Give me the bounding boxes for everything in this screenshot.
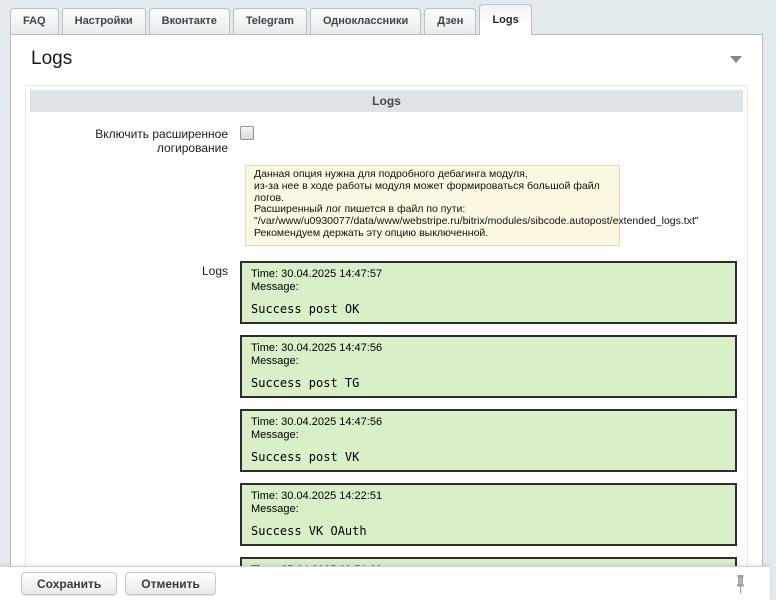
pin-footer-icon[interactable]	[735, 575, 746, 599]
logs-field-label: Logs	[30, 261, 238, 278]
tab-telegram[interactable]: Telegram	[233, 8, 307, 34]
form-content-area: Logs Logs Включить расширенное логирован…	[10, 34, 763, 566]
log-time: Time: 30.04.2025 14:22:51	[251, 490, 726, 504]
save-button[interactable]: Сохранить	[21, 572, 117, 595]
logs-list-row: Logs Time: 30.04.2025 14:47:57 Message: …	[30, 261, 743, 566]
log-time: Time: 30.04.2025 14:47:56	[251, 342, 726, 356]
log-message-text: Success post OK	[251, 303, 726, 316]
note-line: Рекомендуем держать эту опцию выключенно…	[254, 228, 611, 240]
form-section-header: Logs	[30, 90, 743, 112]
log-message-label: Message:	[251, 429, 726, 443]
form-footer: Сохранить Отменить	[0, 566, 770, 600]
logs-list: Time: 30.04.2025 14:47:57 Message: Succe…	[238, 261, 737, 566]
log-entry: Time: 30.04.2025 14:47:57 Message: Succe…	[240, 261, 737, 324]
tab-logs[interactable]: Logs	[479, 4, 531, 35]
log-message-text: Success post VK	[251, 451, 726, 464]
log-time: Time: 30.04.2025 14:47:57	[251, 268, 726, 282]
cancel-button[interactable]: Отменить	[125, 572, 216, 595]
page-title: Logs	[31, 48, 72, 70]
log-message-text: Success VK OAuth	[251, 525, 726, 538]
note-line: из-за нее в ходе работы модуля может фор…	[254, 181, 611, 205]
extended-logging-checkbox[interactable]	[240, 126, 254, 140]
logs-form: Logs Включить расширенное логирование Да…	[25, 85, 748, 566]
tab-settings[interactable]: Настройки	[62, 8, 146, 34]
tab-vkontakte[interactable]: Вконтакте	[149, 8, 230, 34]
log-message-label: Message:	[251, 281, 726, 295]
note-row: Данная опция нужна для подробного дебаги…	[30, 165, 743, 246]
tab-dzen[interactable]: Дзен	[424, 8, 476, 34]
log-entry: Time: 30.04.2025 14:22:51 Message: Succe…	[240, 483, 737, 546]
log-message-label: Message:	[251, 355, 726, 369]
extended-logging-label: Включить расширенное логирование	[30, 124, 238, 155]
page-header: Logs	[11, 35, 762, 81]
log-message-label: Message:	[251, 503, 726, 517]
tab-odnoklassniki[interactable]: Одноклассники	[310, 8, 421, 34]
log-time: Time: 30.04.2025 14:47:56	[251, 416, 726, 430]
extended-logging-row: Включить расширенное логирование	[30, 124, 743, 155]
tab-bar: FAQ Настройки Вконтакте Telegram Однокла…	[10, 0, 763, 34]
collapse-section-icon[interactable]	[730, 56, 742, 63]
extended-logging-note: Данная опция нужна для подробного дебаги…	[245, 165, 620, 246]
log-entry: Time: 25.04.2025 09:51:29 Message: Succe…	[240, 557, 737, 566]
log-message-text: Success post TG	[251, 377, 726, 390]
tab-faq[interactable]: FAQ	[10, 8, 59, 34]
log-entry: Time: 30.04.2025 14:47:56 Message: Succe…	[240, 409, 737, 472]
log-entry: Time: 30.04.2025 14:47:56 Message: Succe…	[240, 335, 737, 398]
